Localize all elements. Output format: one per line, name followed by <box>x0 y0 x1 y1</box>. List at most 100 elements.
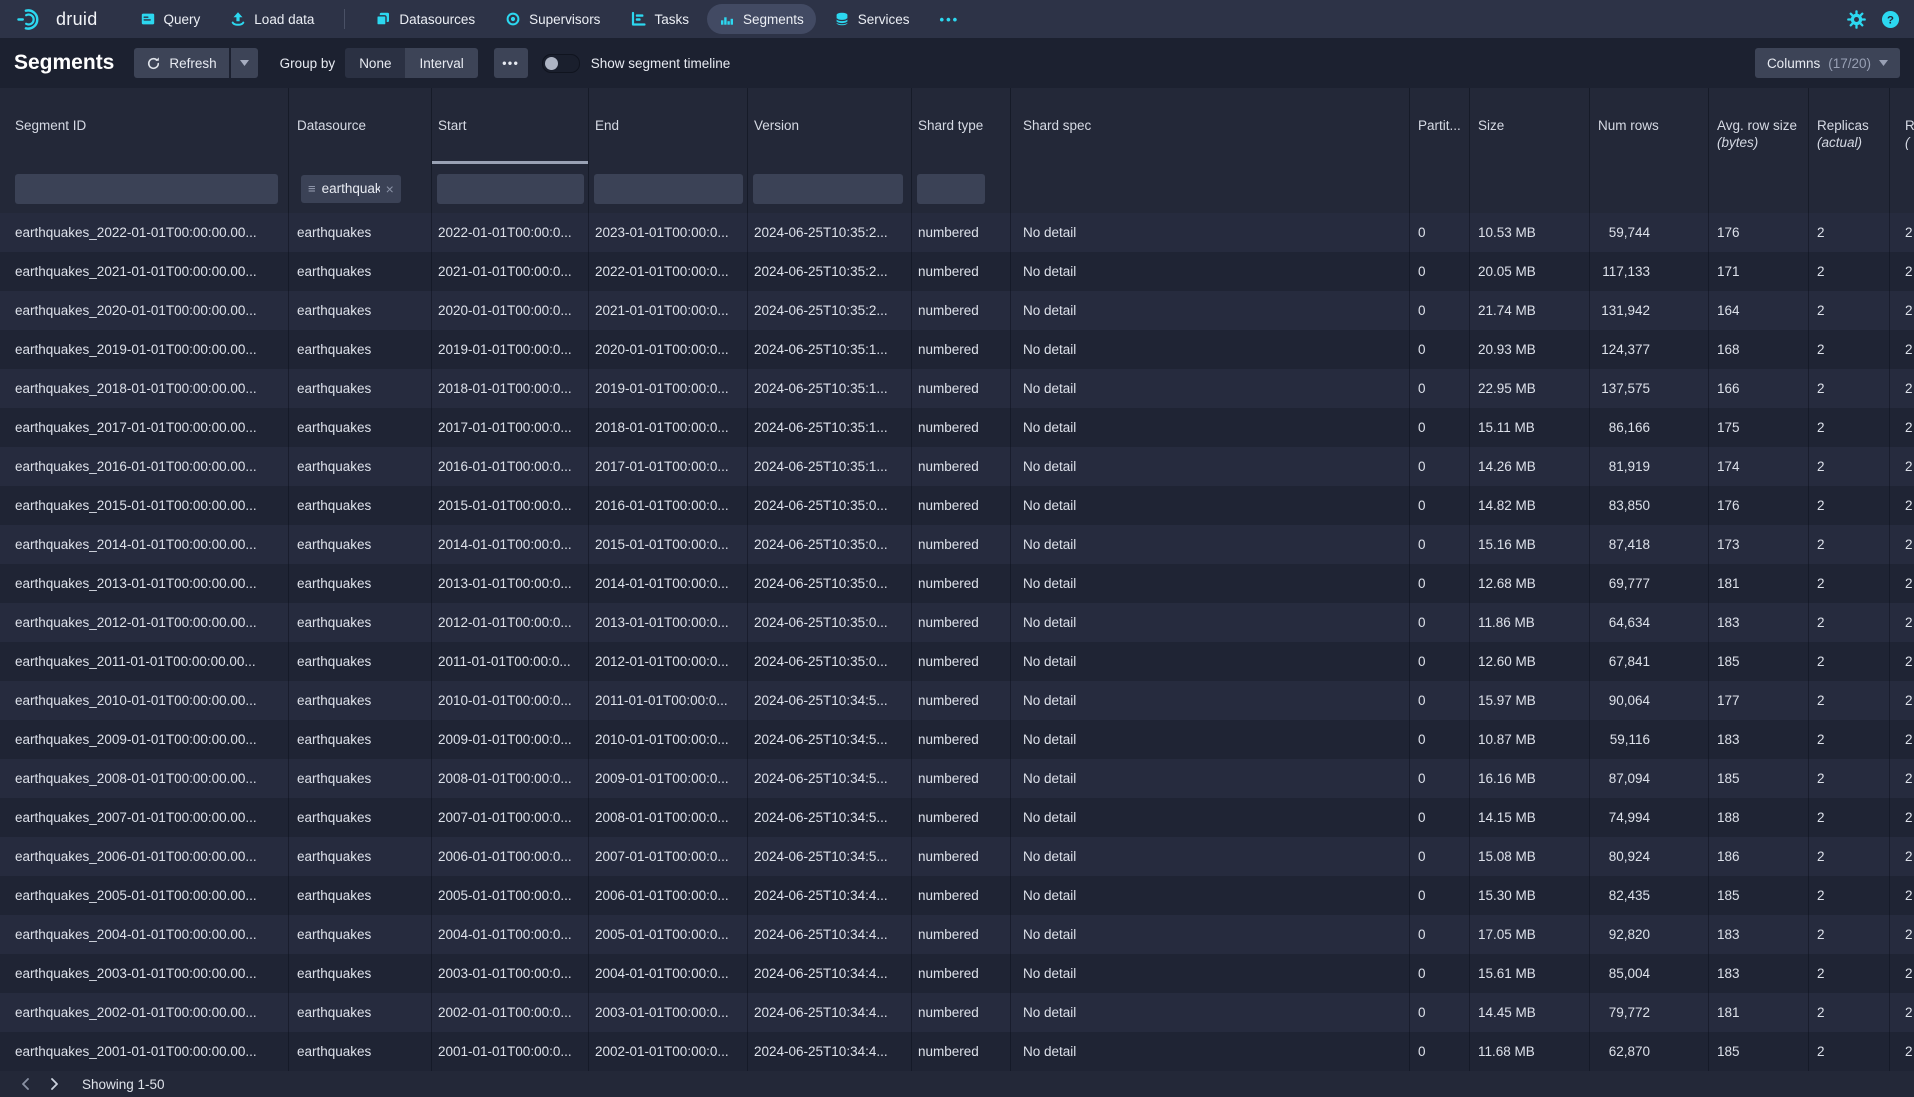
nav-item-load-data[interactable]: Load data <box>218 4 326 34</box>
column-header-num_rows[interactable]: Num rows <box>1590 88 1709 164</box>
cell-id[interactable]: earthquakes_2016-01-01T00:00:00.00... <box>0 447 289 486</box>
column-header-datasource[interactable]: Datasource <box>289 88 432 164</box>
cell-id[interactable]: earthquakes_2009-01-01T00:00:00.00... <box>0 720 289 759</box>
table-row: earthquakes_2020-01-01T00:00:00.00...ear… <box>0 291 1914 330</box>
column-header-end[interactable]: End <box>589 88 748 164</box>
filter-input-end[interactable] <box>594 174 743 204</box>
nav-item-more[interactable]: ••• <box>928 4 972 34</box>
cell-id[interactable]: earthquakes_2006-01-01T00:00:00.00... <box>0 837 289 876</box>
cell-end: 2002-01-01T00:00:0... <box>589 1032 748 1071</box>
filter-input-version[interactable] <box>753 174 903 204</box>
cell-avg_row_size: 171 <box>1709 252 1809 291</box>
column-header-size[interactable]: Size <box>1470 88 1590 164</box>
column-header-shard_type[interactable]: Shard type <box>912 88 1011 164</box>
nav-item-label: Query <box>164 12 201 27</box>
cell-id[interactable]: earthquakes_2021-01-01T00:00:00.00... <box>0 252 289 291</box>
help-button[interactable]: ? <box>1881 10 1900 29</box>
cell-id[interactable]: earthquakes_2008-01-01T00:00:00.00... <box>0 759 289 798</box>
cell-replicas: 2 <box>1809 486 1890 525</box>
column-header-avg_row_size[interactable]: Avg. row size(bytes) <box>1709 88 1809 164</box>
segment-timeline-toggle[interactable] <box>542 54 580 73</box>
cell-end: 2022-01-01T00:00:0... <box>589 252 748 291</box>
cell-datasource: earthquakes <box>289 876 432 915</box>
nav-item-datasources[interactable]: Datasources <box>363 4 487 34</box>
cell-shard_type: numbered <box>912 525 1011 564</box>
column-header-replication_factor[interactable]: R( <box>1890 88 1914 164</box>
nav-item-supervisors[interactable]: Supervisors <box>493 4 612 34</box>
column-header-id[interactable]: Segment ID <box>0 88 289 164</box>
column-label: Start <box>438 117 588 134</box>
cell-id[interactable]: earthquakes_2019-01-01T00:00:00.00... <box>0 330 289 369</box>
num-rows-value: 86,166 <box>1598 420 1650 435</box>
datasource-filter-tag[interactable]: ≡earthquake× <box>301 175 401 203</box>
next-page-button[interactable] <box>40 1073 68 1095</box>
more-options-button[interactable]: ••• <box>494 48 528 78</box>
cell-end: 2003-01-01T00:00:0... <box>589 993 748 1032</box>
cell-datasource: earthquakes <box>289 291 432 330</box>
table-row: earthquakes_2004-01-01T00:00:00.00...ear… <box>0 915 1914 954</box>
cell-num_rows: 90,064 <box>1590 681 1709 720</box>
cell-id[interactable]: earthquakes_2014-01-01T00:00:00.00... <box>0 525 289 564</box>
cell-end: 2007-01-01T00:00:0... <box>589 837 748 876</box>
filter-cell-shard_spec <box>1011 164 1410 213</box>
filter-input-shard_type[interactable] <box>917 174 985 204</box>
cell-replication_factor: 2 <box>1890 525 1914 564</box>
group-by-interval-button[interactable]: Interval <box>405 48 477 78</box>
cell-id[interactable]: earthquakes_2010-01-01T00:00:00.00... <box>0 681 289 720</box>
cell-id[interactable]: earthquakes_2017-01-01T00:00:00.00... <box>0 408 289 447</box>
cell-avg_row_size: 183 <box>1709 603 1809 642</box>
cell-id[interactable]: earthquakes_2003-01-01T00:00:00.00... <box>0 954 289 993</box>
filter-input-start[interactable] <box>437 174 584 204</box>
prev-page-button[interactable] <box>12 1073 40 1095</box>
cell-id[interactable]: earthquakes_2005-01-01T00:00:00.00... <box>0 876 289 915</box>
cell-id[interactable]: earthquakes_2002-01-01T00:00:00.00... <box>0 993 289 1032</box>
cell-id[interactable]: earthquakes_2015-01-01T00:00:00.00... <box>0 486 289 525</box>
cell-id[interactable]: earthquakes_2004-01-01T00:00:00.00... <box>0 915 289 954</box>
column-header-version[interactable]: Version <box>748 88 912 164</box>
group-by-none-button[interactable]: None <box>345 48 405 78</box>
column-header-shard_spec[interactable]: Shard spec <box>1011 88 1410 164</box>
cell-partition: 0 <box>1410 993 1470 1032</box>
cell-partition: 0 <box>1410 369 1470 408</box>
cell-replicas: 2 <box>1809 837 1890 876</box>
svg-text:?: ? <box>1887 14 1894 26</box>
cell-id[interactable]: earthquakes_2018-01-01T00:00:00.00... <box>0 369 289 408</box>
cell-end: 2023-01-01T00:00:0... <box>589 213 748 252</box>
cell-start: 2018-01-01T00:00:0... <box>432 369 589 408</box>
cell-id[interactable]: earthquakes_2007-01-01T00:00:00.00... <box>0 798 289 837</box>
cell-replication_factor: 2 <box>1890 564 1914 603</box>
cell-id[interactable]: earthquakes_2012-01-01T00:00:00.00... <box>0 603 289 642</box>
column-header-partition[interactable]: Partit... <box>1410 88 1470 164</box>
refresh-options-button[interactable] <box>231 48 258 78</box>
nav-item-tasks[interactable]: Tasks <box>618 4 701 34</box>
cell-shard_spec: No detail <box>1011 252 1410 291</box>
filter-cell-end <box>589 164 748 213</box>
settings-button[interactable] <box>1847 10 1866 29</box>
cell-datasource: earthquakes <box>289 720 432 759</box>
cell-id[interactable]: earthquakes_2022-01-01T00:00:00.00... <box>0 213 289 252</box>
druid-logo[interactable]: druid <box>16 7 98 32</box>
cell-shard_type: numbered <box>912 213 1011 252</box>
cell-id[interactable]: earthquakes_2011-01-01T00:00:00.00... <box>0 642 289 681</box>
num-rows-value: 67,841 <box>1598 654 1650 669</box>
cell-datasource: earthquakes <box>289 993 432 1032</box>
cell-replication_factor: 2 <box>1890 798 1914 837</box>
nav-item-services[interactable]: Services <box>822 4 922 34</box>
filter-tag-close-icon[interactable]: × <box>386 182 394 196</box>
refresh-button[interactable]: Refresh <box>134 48 228 78</box>
cell-replication_factor: 2 <box>1890 876 1914 915</box>
cell-id[interactable]: earthquakes_2020-01-01T00:00:00.00... <box>0 291 289 330</box>
column-header-replicas[interactable]: Replicas(actual) <box>1809 88 1890 164</box>
cell-id[interactable]: earthquakes_2013-01-01T00:00:00.00... <box>0 564 289 603</box>
cell-partition: 0 <box>1410 252 1470 291</box>
column-header-start[interactable]: Start <box>432 88 589 164</box>
cell-num_rows: 83,850 <box>1590 486 1709 525</box>
nav-item-segments[interactable]: Segments <box>707 4 816 34</box>
cell-replicas: 2 <box>1809 291 1890 330</box>
filter-input-id[interactable] <box>15 174 278 204</box>
nav-item-query[interactable]: Query <box>128 4 213 34</box>
cell-size: 12.60 MB <box>1470 642 1590 681</box>
cell-id[interactable]: earthquakes_2001-01-01T00:00:00.00... <box>0 1032 289 1071</box>
columns-button[interactable]: Columns (17/20) <box>1755 48 1900 78</box>
cell-version: 2024-06-25T10:34:4... <box>748 915 912 954</box>
